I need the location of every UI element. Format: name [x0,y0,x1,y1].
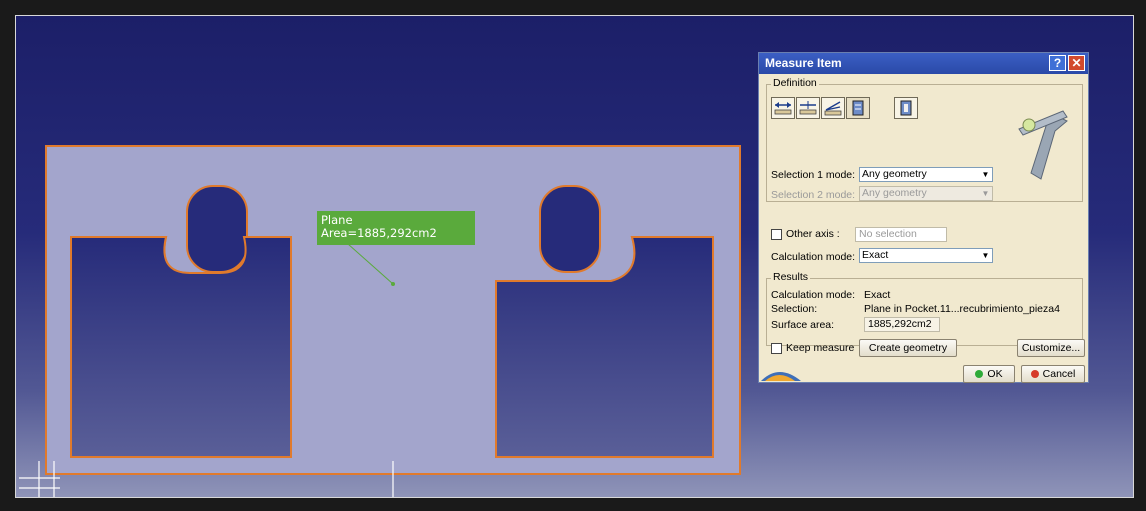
chevron-down-icon: ▼ [981,251,990,260]
annotation-anchor [391,282,395,286]
other-axis-checkbox[interactable] [771,229,782,240]
other-axis-field[interactable]: No selection [855,227,947,242]
close-button[interactable]: ✕ [1068,55,1085,71]
globe-logo-icon [761,372,801,381]
surface-area-value: 1885,292cm2 [868,318,932,330]
3d-viewport[interactable]: Plane Area=1885,292cm2 Measure Item ? ✕ … [15,15,1134,498]
other-axis-label: Other axis : [786,228,840,240]
selection1-label: Selection 1 mode: [771,169,856,181]
measure-between-icon[interactable] [771,97,795,119]
ok-dot-icon [975,370,984,379]
cancel-label: Cancel [1042,368,1076,380]
left-slot [186,185,248,273]
results-selection-label: Selection: [771,303,818,315]
results-calc-mode-value: Exact [864,289,891,301]
selection2-label: Selection 2 mode: [771,189,856,201]
axis-marker-icon [19,461,60,497]
calc-mode-combo[interactable]: Exact ▼ [859,248,993,263]
results-label: Results [771,271,811,283]
selection1-combo[interactable]: Any geometry ▼ [859,167,993,182]
surface-area-label: Surface area: [771,319,835,331]
calc-mode-label: Calculation mode: [771,251,856,263]
right-slot [539,185,601,273]
annotation-area: Area=1885,292cm2 [321,226,437,240]
definition-label: Definition [771,77,819,89]
measure-thickness-icon[interactable] [894,97,918,119]
measure-item-icon[interactable] [846,97,870,119]
other-axis-value: No selection [859,228,917,240]
keep-measure-label: Keep measure [786,342,855,354]
results-calc-mode-label: Calculation mode: [771,289,856,301]
measure-fan-icon[interactable] [821,97,845,119]
chevron-down-icon: ▼ [981,189,990,198]
cancel-dot-icon [1030,370,1039,379]
results-selection-value: Plane in Pocket.11...recubrimiento_pieza… [864,303,1060,315]
keep-measure-checkbox[interactable] [771,343,782,354]
help-button[interactable]: ? [1049,55,1066,71]
surface-area-field: 1885,292cm2 [864,317,940,332]
ok-label: OK [987,368,1003,380]
chevron-down-icon: ▼ [981,170,990,179]
outer-frame: Plane Area=1885,292cm2 Measure Item ? ✕ … [0,0,1146,511]
cancel-button[interactable]: Cancel [1021,365,1085,383]
calc-mode-value: Exact [862,249,889,261]
measure-item-dialog: Measure Item ? ✕ Definition Selection 1 … [758,52,1089,383]
measure-in-chain-icon[interactable] [796,97,820,119]
selection2-value: Any geometry [862,187,927,199]
customize-button[interactable]: Customize... [1017,339,1085,357]
selection2-combo[interactable]: Any geometry ▼ [859,186,993,201]
dialog-title: Measure Item [765,56,842,70]
ok-button[interactable]: OK [963,365,1015,383]
selection1-value: Any geometry [862,168,927,180]
caliper-illustration-icon [1018,110,1068,180]
create-geometry-button[interactable]: Create geometry [859,339,957,357]
area-annotation[interactable]: Plane Area=1885,292cm2 [317,211,475,245]
dialog-titlebar[interactable]: Measure Item ? ✕ [759,53,1088,74]
